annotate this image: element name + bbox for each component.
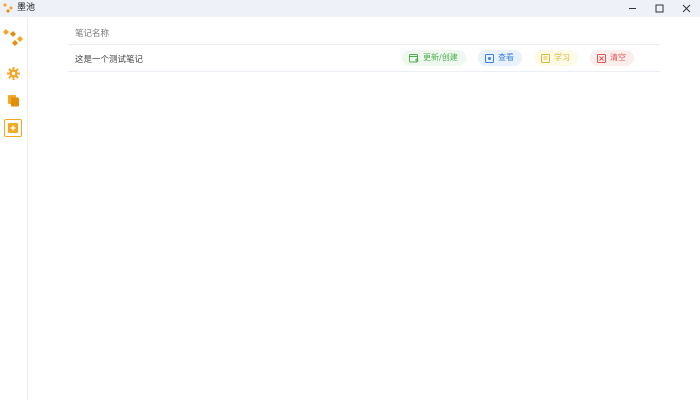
minimize-icon: [628, 8, 636, 9]
update-icon: [409, 53, 419, 62]
update-create-button[interactable]: 更新/创建: [402, 50, 466, 66]
clear-icon: [597, 53, 606, 63]
app-logo-icon: [3, 3, 13, 13]
note-name-cell: 这是一个测试笔记: [75, 55, 144, 65]
view-label: 查看: [498, 53, 514, 62]
learn-button[interactable]: 学习: [534, 50, 578, 66]
update-create-label: 更新/创建: [423, 53, 458, 62]
title-bar: 墨池: [0, 0, 700, 17]
maximize-button[interactable]: [645, 0, 673, 17]
table-row: 这是一个测试笔记 更新/创建 查看 学习 清空: [68, 45, 660, 72]
table-header: 笔记名称: [68, 26, 660, 45]
column-header-note-name: 笔记名称: [75, 29, 110, 39]
diamond-cluster-logo-icon: [3, 29, 23, 46]
copy-icon: [7, 94, 19, 106]
window-title: 墨池: [17, 3, 36, 13]
clear-button[interactable]: 清空: [590, 50, 634, 66]
clear-label: 清空: [610, 53, 626, 62]
close-icon: [682, 4, 690, 13]
gear-icon: [6, 66, 20, 80]
sidebar-item-notes[interactable]: [4, 119, 22, 137]
sidebar-item-documents[interactable]: [4, 91, 22, 109]
view-icon: [485, 53, 494, 63]
view-button[interactable]: 查看: [478, 50, 522, 66]
sidebar: [0, 17, 28, 400]
learn-label: 学习: [554, 53, 570, 62]
maximize-icon: [655, 4, 663, 13]
minimize-button[interactable]: [618, 0, 646, 17]
close-button[interactable]: [672, 0, 700, 17]
sidebar-item-settings[interactable]: [4, 64, 22, 82]
learn-icon: [541, 53, 550, 63]
note-add-icon: [8, 123, 18, 133]
notes-table: 笔记名称 这是一个测试笔记 更新/创建 查看 学习 清空: [68, 26, 660, 72]
